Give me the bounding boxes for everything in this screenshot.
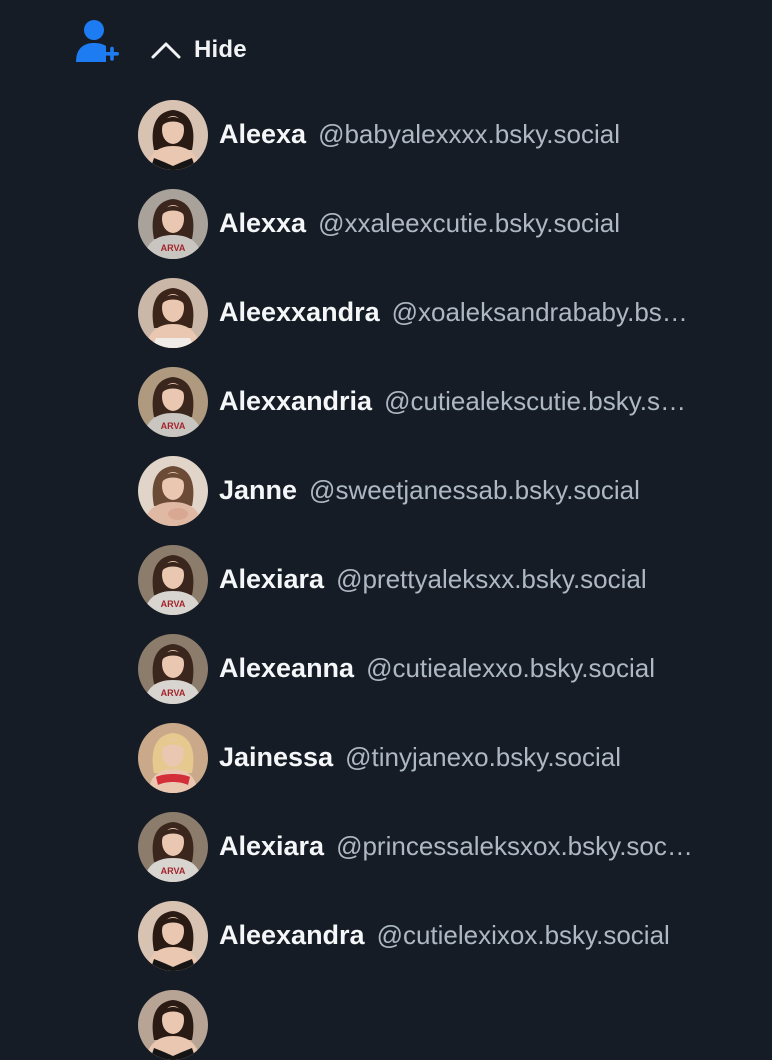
suggested-accounts-list: Aleexa @babyalexxxx.bsky.social ARVA Alex… [0,90,772,980]
avatar[interactable] [138,456,208,526]
suggested-account-row[interactable]: Aleexa @babyalexxxx.bsky.social [0,90,772,179]
hide-label: Hide [194,36,247,63]
chevron-up-icon [150,39,182,61]
display-name: Janne [219,475,298,505]
account-handle: @cutiealexxo.bsky.social [366,653,655,683]
avatar[interactable]: ARVA [138,367,208,437]
suggested-account-row[interactable]: Janne @sweetjanessab.bsky.social [0,446,772,535]
account-identity: Aleexa @babyalexxxx.bsky.social [219,90,742,179]
display-name: Alexeanna [219,653,355,683]
svg-text:ARVA: ARVA [161,688,186,698]
display-name: Aleexa [219,119,307,149]
avatar[interactable] [138,901,208,971]
display-name: Alexxa [219,208,307,238]
avatar[interactable]: ARVA [138,634,208,704]
suggested-account-row[interactable]: ARVA Alexiara @princessaleksxox.bsky.soc… [0,802,772,891]
svg-text:ARVA: ARVA [161,421,186,431]
hide-suggestions-button[interactable]: Hide [150,30,247,70]
avatar[interactable]: ARVA [138,545,208,615]
account-handle: @prettyaleksxx.bsky.social [336,564,647,594]
partial-avatar[interactable] [138,990,208,1060]
display-name: Jainessa [219,742,334,772]
display-name: Alexiara [219,564,325,594]
account-handle: @cutielexixox.bsky.social [376,920,670,950]
avatar[interactable] [138,278,208,348]
account-identity: Aleexandra @cutielexixox.bsky.social [219,891,742,980]
avatar[interactable] [138,723,208,793]
suggested-account-row[interactable]: ARVA Alexeanna @cutiealexxo.bsky.social [0,624,772,713]
display-name: Aleexandra [219,920,365,950]
suggested-follows-header: Hide [0,0,772,100]
account-handle: @tinyjanexo.bsky.social [345,742,622,772]
avatar[interactable]: ARVA [138,189,208,259]
display-name: Aleexxandra [219,297,380,327]
avatar[interactable]: ARVA [138,812,208,882]
account-handle: @princessaleksxox.bsky.soc… [336,831,693,861]
account-identity: Alexiara @prettyaleksxx.bsky.social [219,535,742,624]
account-handle: @xxaleexcutie.bsky.social [318,208,620,238]
account-handle: @babyalexxxx.bsky.social [318,119,620,149]
account-handle: @xoaleksandrababy.bs… [391,297,688,327]
person-add-icon[interactable] [72,16,120,66]
account-handle: @sweetjanessab.bsky.social [309,475,640,505]
display-name: Alexxandria [219,386,373,416]
account-identity: Alexxa @xxaleexcutie.bsky.social [219,179,742,268]
svg-text:ARVA: ARVA [161,866,186,876]
display-name: Alexiara [219,831,325,861]
account-identity: Jainessa @tinyjanexo.bsky.social [219,713,742,802]
suggested-account-row[interactable]: ARVA Alexiara @prettyaleksxx.bsky.social [0,535,772,624]
svg-text:ARVA: ARVA [161,243,186,253]
svg-text:ARVA: ARVA [161,599,186,609]
suggested-account-row[interactable]: Jainessa @tinyjanexo.bsky.social [0,713,772,802]
account-identity: Aleexxandra @xoaleksandrababy.bs… [219,268,742,357]
account-identity: Alexeanna @cutiealexxo.bsky.social [219,624,742,713]
avatar[interactable] [138,100,208,170]
suggested-account-row[interactable]: Aleexxandra @xoaleksandrababy.bs… [0,268,772,357]
account-handle: @cutiealekscutie.bsky.s… [384,386,686,416]
suggested-account-row[interactable]: ARVA Alexxandria @cutiealekscutie.bsky.s… [0,357,772,446]
suggested-account-row[interactable]: ARVA Alexxa @xxaleexcutie.bsky.social [0,179,772,268]
suggested-account-row[interactable]: Aleexandra @cutielexixox.bsky.social [0,891,772,980]
account-identity: Alexiara @princessaleksxox.bsky.soc… [219,802,742,891]
account-identity: Alexxandria @cutiealekscutie.bsky.s… [219,357,742,446]
account-identity: Janne @sweetjanessab.bsky.social [219,446,742,535]
